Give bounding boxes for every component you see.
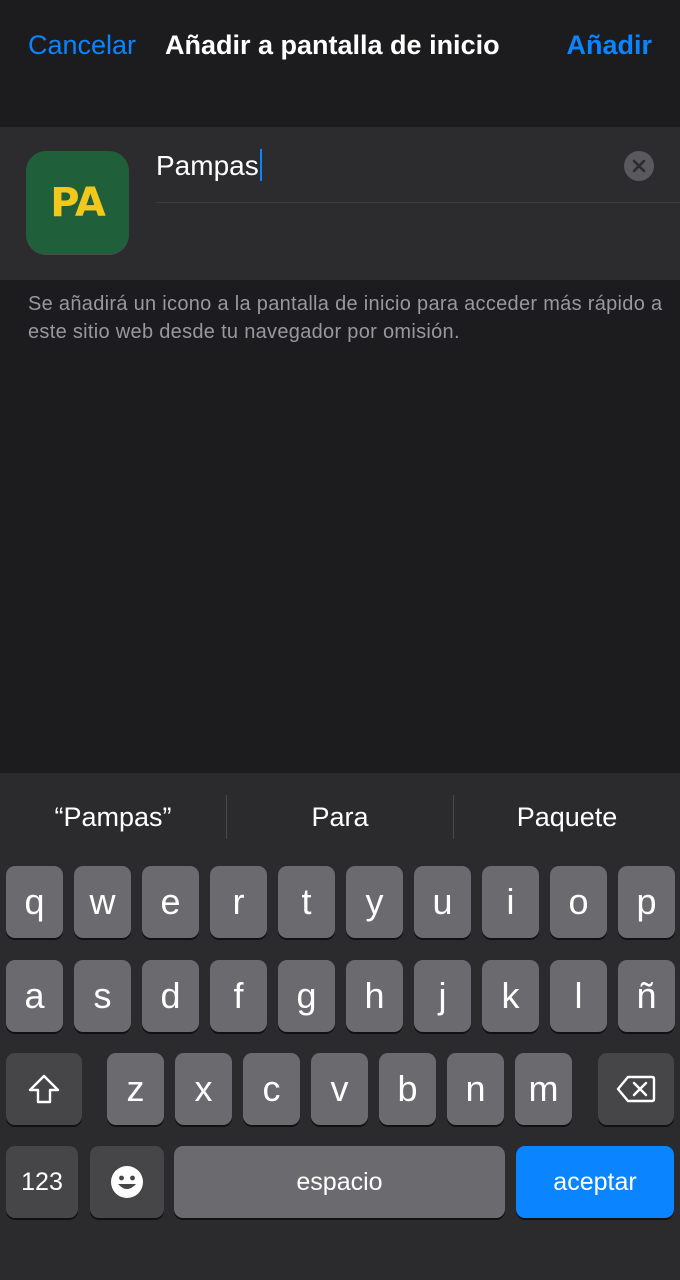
key-e[interactable]: e [142, 866, 199, 938]
key-y[interactable]: y [346, 866, 403, 938]
app-icon-text: PA [50, 179, 106, 226]
page-title: Añadir a pantalla de inicio [165, 30, 500, 60]
key-label: h [364, 975, 385, 1016]
shift-key[interactable] [6, 1053, 82, 1125]
keyboard: “Pampas” Para Paquete q w e r t y u i o … [0, 773, 680, 1280]
suggestion-item[interactable]: Para [227, 795, 453, 839]
cancel-button[interactable]: Cancelar [28, 30, 136, 61]
key-label: k [501, 975, 520, 1016]
backspace-key[interactable] [598, 1053, 674, 1125]
suggestion-item[interactable]: “Pampas” [0, 795, 226, 839]
name-input[interactable]: Pampas [156, 149, 262, 183]
key-k[interactable]: k [482, 960, 539, 1032]
backspace-icon [616, 1075, 656, 1103]
app-icon: PA [26, 151, 129, 254]
key-c[interactable]: c [243, 1053, 300, 1125]
key-label: p [636, 881, 657, 922]
return-key[interactable]: aceptar [516, 1146, 674, 1218]
space-key[interactable]: espacio [174, 1146, 505, 1218]
key-b[interactable]: b [379, 1053, 436, 1125]
key-label: g [296, 975, 317, 1016]
numbers-key[interactable]: 123 [6, 1146, 78, 1218]
key-u[interactable]: u [414, 866, 471, 938]
key-a[interactable]: a [6, 960, 63, 1032]
key-j[interactable]: j [414, 960, 471, 1032]
emoji-key[interactable] [90, 1146, 164, 1218]
key-m[interactable]: m [515, 1053, 572, 1125]
key-label: f [233, 975, 244, 1016]
shortcut-form: PA Pampas [0, 127, 680, 280]
key-q[interactable]: q [6, 866, 63, 938]
key-label: y [365, 881, 384, 922]
key-s[interactable]: s [74, 960, 131, 1032]
key-v[interactable]: v [311, 1053, 368, 1125]
clear-x-icon [632, 159, 646, 173]
key-l[interactable]: l [550, 960, 607, 1032]
shift-arrow-icon [28, 1074, 60, 1104]
key-label: b [397, 1068, 418, 1109]
key-label: v [330, 1068, 349, 1109]
key-label: d [160, 975, 181, 1016]
add-to-home-screen: Cancelar Añadir a pantalla de inicio Aña… [0, 0, 680, 1280]
key-z[interactable]: z [107, 1053, 164, 1125]
key-label: c [262, 1068, 281, 1109]
key-label: aceptar [553, 1167, 637, 1196]
key-label: w [89, 881, 116, 922]
key-o[interactable]: o [550, 866, 607, 938]
key-enye[interactable]: ñ [618, 960, 675, 1032]
key-label: o [568, 881, 589, 922]
key-g[interactable]: g [278, 960, 335, 1032]
key-label: ñ [636, 975, 657, 1016]
name-input-value: Pampas [156, 150, 259, 181]
key-h[interactable]: h [346, 960, 403, 1032]
key-t[interactable]: t [278, 866, 335, 938]
key-label: n [465, 1068, 486, 1109]
key-label: m [528, 1068, 559, 1109]
key-label: q [24, 881, 45, 922]
key-label: r [232, 881, 245, 922]
key-r[interactable]: r [210, 866, 267, 938]
key-label: z [126, 1068, 145, 1109]
suggestion-bar: “Pampas” Para Paquete [0, 773, 680, 861]
key-label: x [194, 1068, 213, 1109]
key-p[interactable]: p [618, 866, 675, 938]
key-label: s [93, 975, 112, 1016]
key-label: j [438, 975, 447, 1016]
suggestion-item[interactable]: Paquete [454, 795, 680, 839]
key-label: e [160, 881, 181, 922]
key-label: u [432, 881, 453, 922]
key-x[interactable]: x [175, 1053, 232, 1125]
emoji-smiley-icon [111, 1166, 143, 1198]
name-field[interactable]: Pampas [156, 141, 680, 203]
key-label: l [574, 975, 583, 1016]
key-label: t [301, 881, 312, 922]
key-label: a [24, 975, 45, 1016]
help-text: Se añadirá un icono a la pantalla de ini… [28, 293, 663, 343]
nav-bar: Cancelar Añadir a pantalla de inicio Aña… [0, 0, 680, 96]
key-f[interactable]: f [210, 960, 267, 1032]
key-label: 123 [21, 1167, 63, 1196]
clear-text-button[interactable] [624, 151, 654, 181]
key-label: espacio [296, 1167, 383, 1196]
key-i[interactable]: i [482, 866, 539, 938]
key-d[interactable]: d [142, 960, 199, 1032]
add-button[interactable]: Añadir [566, 30, 652, 61]
text-caret [259, 149, 262, 181]
key-w[interactable]: w [74, 866, 131, 938]
key-n[interactable]: n [447, 1053, 504, 1125]
key-label: i [506, 881, 515, 922]
